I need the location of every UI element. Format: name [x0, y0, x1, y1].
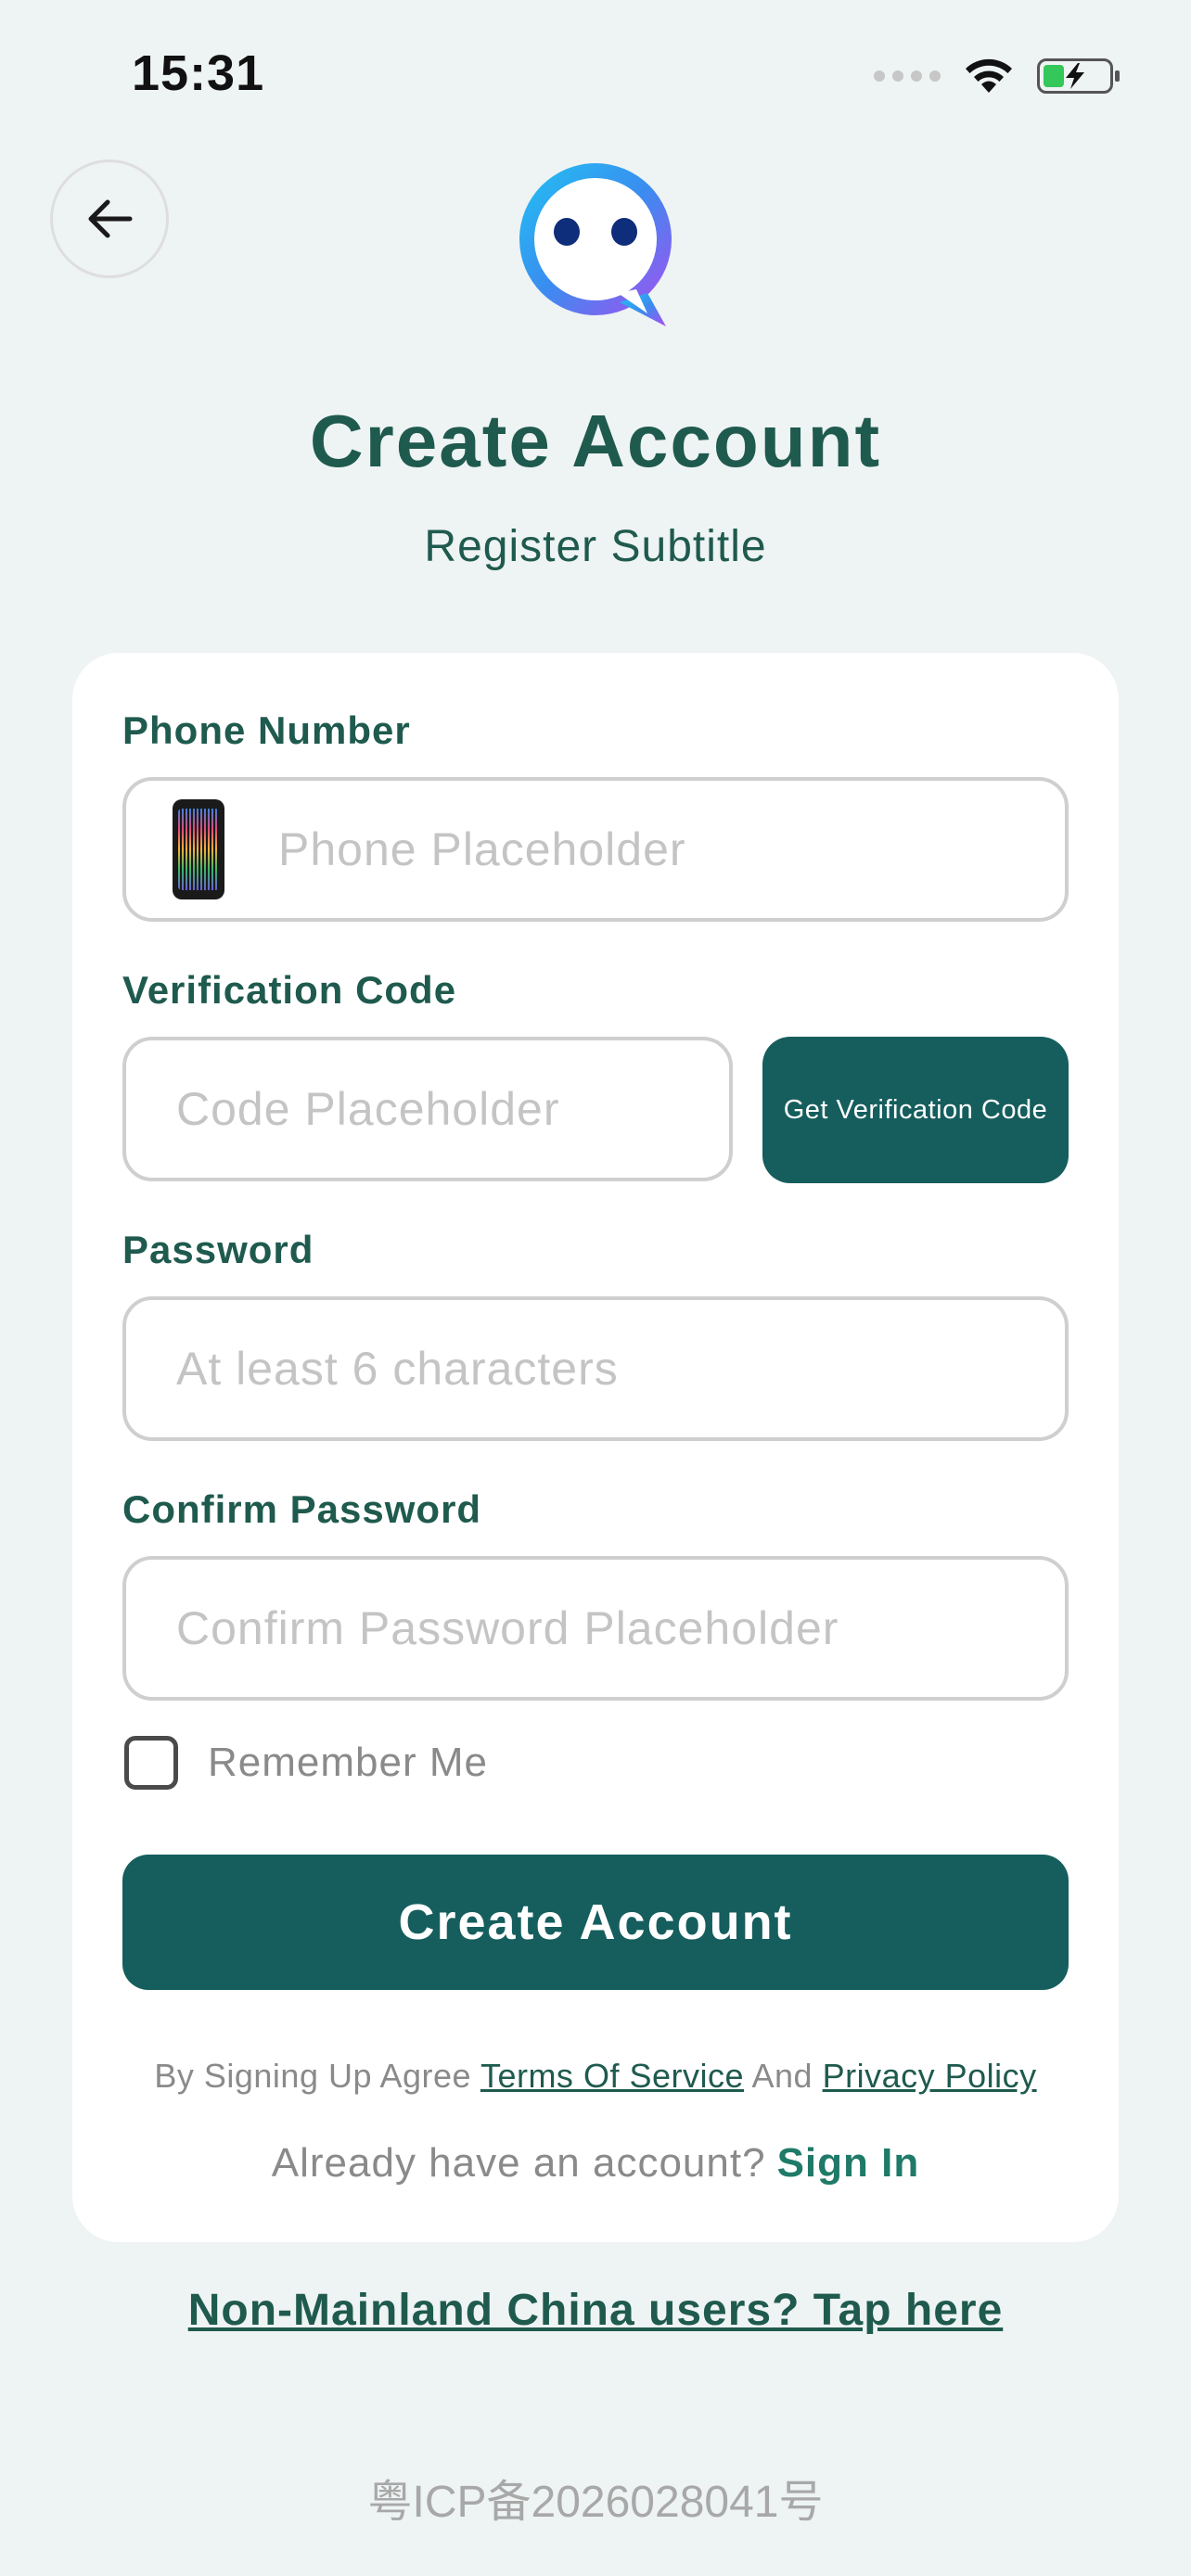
terms-of-service-link[interactable]: Terms Of Service	[480, 2057, 744, 2095]
wifi-icon	[966, 58, 1012, 93]
page-subtitle: Register Subtitle	[424, 522, 767, 571]
confirm-password-label: Confirm Password	[122, 1487, 482, 1531]
password-label: Password	[122, 1228, 314, 1271]
verification-code-input[interactable]	[174, 1081, 729, 1137]
mobile-phone-icon	[173, 799, 224, 899]
get-verification-code-button[interactable]: Get Verification Code	[762, 1037, 1069, 1183]
signin-prompt-text: Already have an account?	[271, 2140, 766, 2186]
privacy-policy-link[interactable]: Privacy Policy	[823, 2057, 1037, 2095]
remember-me-checkbox[interactable]	[124, 1736, 178, 1790]
remember-me-label[interactable]: Remember Me	[208, 1740, 488, 1786]
verification-code-field	[122, 1037, 733, 1181]
status-time: 15:31	[132, 45, 265, 101]
back-button[interactable]	[50, 159, 169, 278]
confirm-password-field	[122, 1556, 1069, 1701]
sign-in-link[interactable]: Sign In	[777, 2140, 920, 2186]
cellular-signal-icon	[874, 70, 941, 82]
app-logo-icon	[519, 163, 672, 326]
phone-field	[122, 777, 1069, 922]
status-icons	[874, 57, 1120, 95]
agreement-text: By Signing Up Agree Terms Of Service And…	[0, 2057, 1191, 2096]
create-account-button[interactable]: Create Account	[122, 1855, 1069, 1990]
confirm-password-input[interactable]	[174, 1600, 1065, 1656]
verification-code-label: Verification Code	[122, 968, 457, 1012]
signin-prompt: Already have an account? Sign In	[0, 2140, 1191, 2187]
non-mainland-link[interactable]: Non-Mainland China users? Tap here	[0, 2285, 1191, 2336]
password-field	[122, 1296, 1069, 1441]
icp-registration-text: 粤ICP备2026028041号	[367, 2478, 824, 2527]
arrow-left-icon	[88, 199, 133, 238]
phone-input[interactable]	[276, 822, 1065, 877]
password-input[interactable]	[174, 1341, 1065, 1396]
agreement-prefix: By Signing Up Agree	[154, 2057, 472, 2095]
page-title: Create Account	[309, 400, 882, 482]
agreement-conjunction: And	[751, 2057, 813, 2095]
battery-charging-icon	[1037, 58, 1120, 94]
phone-label: Phone Number	[122, 708, 411, 752]
